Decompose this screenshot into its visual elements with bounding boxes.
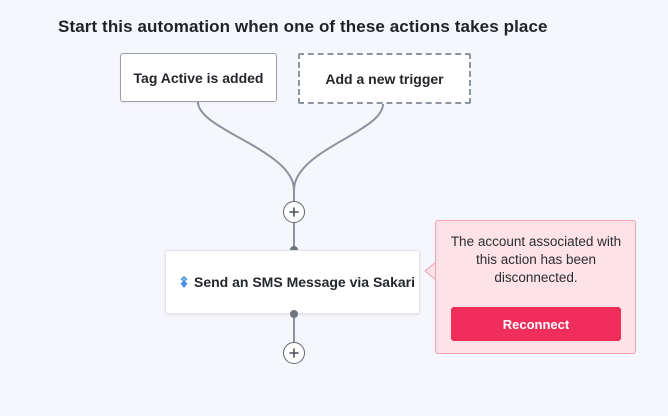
connector-trigger-2 — [293, 103, 384, 191]
page-title: Start this automation when one of these … — [58, 17, 548, 36]
connector-trigger-1 — [197, 101, 295, 201]
trigger-tag-active[interactable]: Tag Active is added — [120, 53, 277, 102]
add-trigger-button[interactable]: Add a new trigger — [298, 53, 471, 104]
action-send-sms-node[interactable]: Send an SMS Message via Sakari — [165, 250, 420, 314]
plus-icon — [289, 207, 299, 217]
add-trigger-label: Add a new trigger — [325, 70, 444, 87]
add-step-button[interactable] — [283, 342, 305, 364]
popover-message: The account associated with this action … — [450, 234, 622, 285]
connector-dot — [290, 310, 298, 318]
action-label: Send an SMS Message via Sakari — [194, 274, 415, 290]
sakari-icon — [180, 276, 188, 288]
disconnected-account-popover: The account associated with this action … — [435, 220, 636, 354]
reconnect-button[interactable]: Reconnect — [451, 307, 621, 341]
plus-icon — [289, 348, 299, 358]
add-step-button[interactable] — [283, 201, 305, 223]
trigger-label: Tag Active is added — [133, 69, 264, 86]
